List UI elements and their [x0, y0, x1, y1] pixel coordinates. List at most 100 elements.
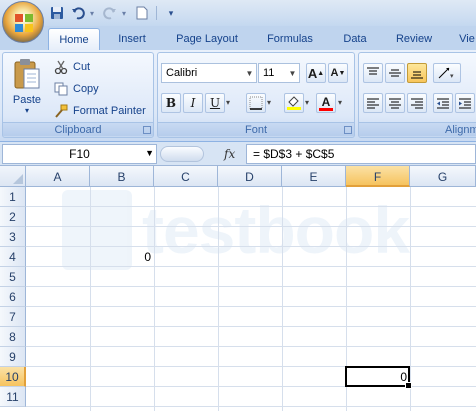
undo-dropdown-icon[interactable]: ▾ [90, 9, 98, 18]
row-header-2[interactable]: 2 [0, 207, 26, 227]
middle-align-icon [389, 69, 401, 77]
orientation-icon: ▾ [438, 67, 454, 80]
formula-bar-resize-handle[interactable] [160, 146, 204, 162]
align-center-button[interactable] [385, 93, 405, 113]
font-size-select[interactable]: 11 ▼ [258, 63, 300, 83]
decrease-indent-button[interactable] [433, 93, 453, 113]
font-group-label: Font [158, 122, 354, 136]
office-logo-icon [15, 14, 33, 32]
paste-dropdown-icon[interactable]: ▾ [9, 106, 45, 115]
save-icon[interactable] [48, 4, 66, 22]
undo-icon[interactable] [69, 4, 87, 22]
font-dialog-launcher-icon[interactable] [344, 126, 352, 134]
row-header-6[interactable]: 6 [0, 287, 26, 307]
alignment-group: ▾ Alignm [358, 52, 476, 138]
format-painter-button[interactable]: Format Painter [53, 101, 146, 121]
top-align-button[interactable] [363, 63, 383, 83]
tab-insert[interactable]: Insert [108, 28, 156, 50]
italic-button[interactable]: I [183, 93, 203, 113]
bottom-align-button[interactable] [407, 63, 427, 83]
gridline [26, 326, 476, 327]
grow-font-button[interactable]: A ▲ [306, 63, 326, 83]
shrink-font-button[interactable]: A ▼ [328, 63, 348, 83]
worksheet-grid[interactable]: testbook A B C D E F G 1 2 3 4 5 6 7 8 9… [0, 166, 476, 411]
row-header-11[interactable]: 11 [0, 387, 26, 407]
row-header-1[interactable]: 1 [0, 187, 26, 207]
active-cell-selection[interactable] [345, 366, 412, 389]
shrink-font-label: A [330, 67, 339, 79]
row-header-7[interactable]: 7 [0, 307, 26, 327]
row-header-3[interactable]: 3 [0, 227, 26, 247]
chevron-down-icon[interactable]: ▼ [243, 64, 256, 82]
formula-bar-controls: fx [160, 144, 246, 164]
font-group: Calibri ▼ 11 ▼ A ▲ A ▼ B I U ▾ ▾ ▾ A ▾ F… [157, 52, 355, 138]
underline-button[interactable]: U [205, 93, 225, 113]
redo-icon[interactable] [101, 4, 119, 22]
copy-button[interactable]: Copy [53, 79, 99, 99]
customize-icon[interactable]: ▾ [162, 4, 180, 22]
row-header-4[interactable]: 4 [0, 247, 26, 267]
insert-function-icon[interactable]: fx [224, 147, 235, 161]
ribbon-tabs: Home Insert Page Layout Formulas Data Re… [0, 26, 476, 50]
cut-button[interactable]: Cut [53, 57, 90, 77]
fill-color-dropdown-icon[interactable]: ▾ [305, 98, 309, 107]
fill-color-button[interactable] [284, 93, 304, 113]
redo-dropdown-icon[interactable]: ▾ [122, 9, 130, 18]
name-box[interactable]: F10 ▼ [2, 144, 157, 164]
clipboard-group: Paste ▾ Cut Copy Format Painter Clipboar… [2, 52, 154, 138]
tab-data[interactable]: Data [334, 28, 376, 50]
column-header-c[interactable]: C [154, 166, 218, 187]
paste-icon [14, 59, 40, 89]
formula-input[interactable]: = $D$3 + $C$5 [246, 144, 476, 164]
gridline [26, 226, 476, 227]
chevron-down-icon[interactable]: ▼ [145, 148, 154, 158]
tab-home[interactable]: Home [48, 28, 100, 50]
tab-review[interactable]: Review [386, 28, 442, 50]
office-button[interactable] [2, 1, 44, 43]
tab-view[interactable]: Vie [452, 28, 476, 50]
tab-page-layout[interactable]: Page Layout [166, 28, 248, 50]
font-color-label: A [321, 94, 331, 109]
copy-icon [53, 81, 69, 97]
svg-text:▾: ▾ [450, 73, 454, 80]
font-color-button[interactable]: A [316, 93, 336, 113]
increase-indent-button[interactable] [455, 93, 475, 113]
font-color-dropdown-icon[interactable]: ▾ [338, 98, 342, 107]
paste-button[interactable]: Paste ▾ [9, 57, 45, 121]
row-header-9[interactable]: 9 [0, 347, 26, 367]
row-header-8[interactable]: 8 [0, 327, 26, 347]
select-all-button[interactable] [0, 166, 26, 187]
column-header-d[interactable]: D [218, 166, 282, 187]
align-left-button[interactable] [363, 93, 383, 113]
gridline [282, 187, 283, 411]
column-header-b[interactable]: B [90, 166, 154, 187]
chevron-down-icon[interactable]: ▼ [286, 64, 299, 82]
column-header-f[interactable]: F [346, 166, 410, 187]
borders-button[interactable] [246, 93, 266, 113]
row-header-10[interactable]: 10 [0, 367, 26, 387]
cell-b4[interactable]: 0 [90, 247, 154, 267]
font-color-swatch [319, 107, 333, 111]
decrease-indent-icon [437, 98, 449, 109]
underline-dropdown-icon[interactable]: ▾ [226, 98, 230, 107]
align-right-icon [411, 98, 423, 109]
column-header-e[interactable]: E [282, 166, 346, 187]
middle-align-button[interactable] [385, 63, 405, 83]
clipboard-dialog-launcher-icon[interactable] [143, 126, 151, 134]
align-right-button[interactable] [407, 93, 427, 113]
column-header-g[interactable]: G [410, 166, 476, 187]
orientation-button[interactable]: ▾ [433, 63, 461, 83]
row-header-5[interactable]: 5 [0, 267, 26, 287]
column-header-a[interactable]: A [26, 166, 90, 187]
tab-formulas[interactable]: Formulas [256, 28, 324, 50]
watermark-text: testbook [142, 193, 410, 267]
gridline [90, 187, 91, 411]
bold-label: B [165, 96, 177, 110]
font-family-select[interactable]: Calibri ▼ [161, 63, 257, 83]
paintbrush-icon [53, 103, 69, 119]
increase-indent-icon [459, 98, 471, 109]
bold-button[interactable]: B [161, 93, 181, 113]
font-family-value: Calibri [166, 67, 198, 79]
borders-dropdown-icon[interactable]: ▾ [267, 98, 271, 107]
new-document-icon[interactable] [133, 4, 151, 22]
